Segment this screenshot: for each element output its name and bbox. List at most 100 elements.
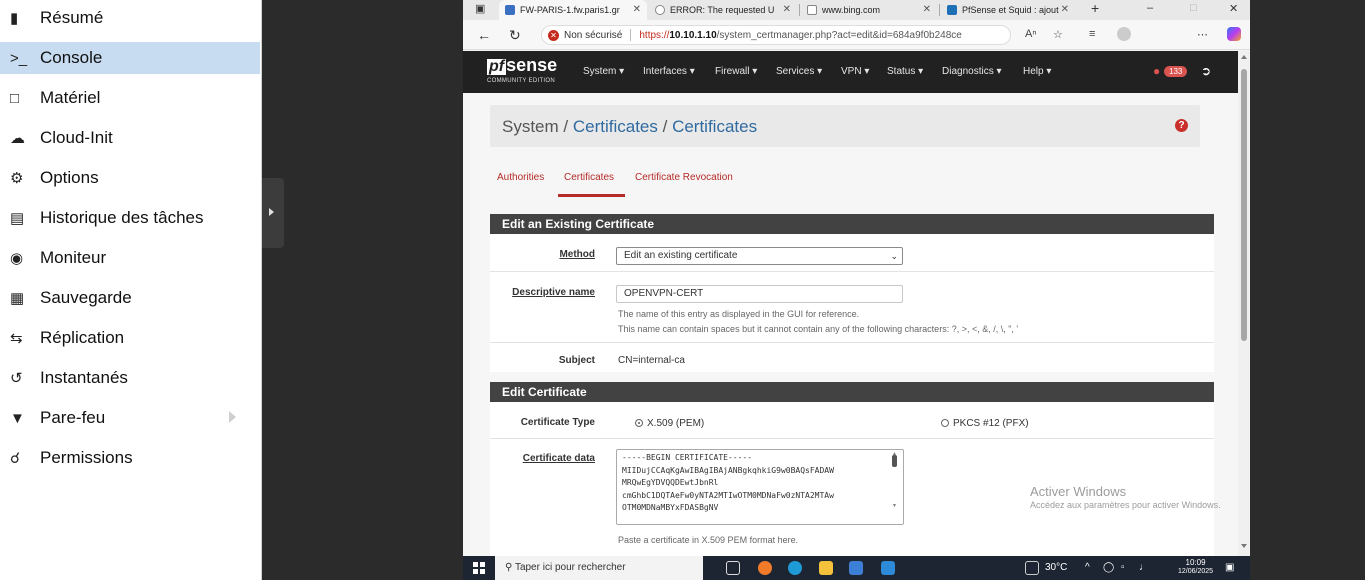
eye-icon: ◉ bbox=[10, 250, 24, 267]
network-icon[interactable]: ◯ bbox=[1103, 562, 1114, 573]
edge-browser-icon[interactable] bbox=[788, 561, 802, 575]
task-view-icon[interactable] bbox=[726, 561, 740, 575]
menu-interfaces[interactable]: Interfaces ▾ bbox=[643, 66, 695, 77]
menu-diagnostics[interactable]: Diagnostics ▾ bbox=[942, 66, 1002, 77]
url-input[interactable]: ✕ Non sécurisé https:// 10.10.1.10 /syst… bbox=[541, 25, 1011, 45]
refresh-icon[interactable]: ↻ bbox=[509, 27, 521, 44]
taskbar-search-box[interactable]: ⚲ Taper ici pour rechercher bbox=[495, 556, 703, 580]
menu-item-sauvegarde[interactable]: ▦ Sauvegarde bbox=[0, 282, 260, 314]
menu-item-label: Pare-feu bbox=[40, 408, 106, 427]
tab-actions-icon[interactable]: ▣ bbox=[475, 2, 485, 15]
menu-firewall[interactable]: Firewall ▾ bbox=[715, 66, 757, 77]
scroll-up-icon[interactable] bbox=[1241, 55, 1247, 59]
app-icon-2[interactable] bbox=[881, 561, 895, 575]
logout-icon[interactable]: ➲ bbox=[1201, 64, 1211, 78]
read-aloud-icon[interactable]: Aⁿ bbox=[1025, 28, 1036, 40]
certificate-data-textarea[interactable]: -----BEGIN CERTIFICATE----- MIIDujCCAqKg… bbox=[616, 449, 904, 525]
notification-badge[interactable]: 133 bbox=[1164, 66, 1188, 77]
menu-item-pare-feu[interactable]: ▼ Pare-feu bbox=[0, 402, 260, 434]
menu-item-materiel[interactable]: □ Matériel bbox=[0, 82, 260, 114]
weather-icon[interactable] bbox=[1025, 561, 1039, 575]
menu-item-permissions[interactable]: ☌ Permissions bbox=[0, 442, 260, 474]
tray-chevron-icon[interactable]: ^ bbox=[1085, 562, 1090, 573]
textarea-scrollbar-thumb[interactable] bbox=[892, 455, 897, 467]
help-icon[interactable]: ? bbox=[1175, 119, 1188, 132]
logo-edition: COMMUNITY EDITION bbox=[487, 78, 555, 84]
screen: { "sidebar": { "items": [ {"label": "Rés… bbox=[0, 0, 1365, 580]
menu-help[interactable]: Help ▾ bbox=[1023, 66, 1051, 77]
menu-item-historique[interactable]: ▤ Historique des tâches bbox=[0, 202, 260, 234]
windows-start-icon[interactable] bbox=[473, 562, 485, 574]
copilot-icon[interactable] bbox=[1227, 27, 1241, 41]
taskbar-clock[interactable]: 10:09 12/06/2025 bbox=[1178, 558, 1213, 576]
store-icon[interactable] bbox=[849, 561, 863, 575]
menu-status[interactable]: Status ▾ bbox=[887, 66, 923, 77]
menu-item-cloud-init[interactable]: ☁ Cloud-Init bbox=[0, 122, 260, 154]
breadcrumb-certificates-current[interactable]: Certificates bbox=[672, 117, 757, 136]
bell-icon[interactable]: ● bbox=[1153, 64, 1160, 78]
menu-item-options[interactable]: ⚙ Options bbox=[0, 162, 260, 194]
tab-authorities[interactable]: Authorities bbox=[497, 172, 544, 183]
breadcrumb-certificates-link[interactable]: Certificates bbox=[573, 117, 658, 136]
close-icon[interactable]: ✕ bbox=[783, 4, 791, 15]
cert-line: OTM0MDNaMBYxFDASBgNV bbox=[622, 503, 719, 512]
tab-certificates[interactable]: Certificates bbox=[564, 172, 614, 183]
favorites-icon[interactable]: ≡ bbox=[1089, 28, 1095, 40]
textarea-scroll-down-icon[interactable]: ▼ bbox=[892, 503, 897, 509]
pfsense-logo[interactable]: pf sense COMMUNITY EDITION bbox=[487, 56, 557, 84]
close-icon[interactable]: ✕ bbox=[1061, 4, 1069, 15]
favorite-star-icon[interactable]: ☆ bbox=[1053, 28, 1063, 41]
close-icon[interactable]: ✕ bbox=[633, 4, 641, 15]
minimize-icon[interactable]: – bbox=[1147, 2, 1153, 14]
menu-item-label: Moniteur bbox=[40, 248, 107, 267]
breadcrumb-separator: / bbox=[657, 117, 673, 136]
browser-tab-bing[interactable]: www.bing.com ✕ bbox=[801, 0, 937, 20]
profile-avatar[interactable] bbox=[1117, 27, 1131, 41]
weather-temperature[interactable]: 30°C bbox=[1045, 562, 1067, 573]
terminal-icon: >_ bbox=[10, 49, 28, 67]
history-icon: ↺ bbox=[10, 370, 23, 387]
file-explorer-icon[interactable] bbox=[819, 561, 833, 575]
chevron-right-icon[interactable] bbox=[229, 411, 236, 423]
menu-vpn[interactable]: VPN ▾ bbox=[841, 66, 869, 77]
browser-tab-squid[interactable]: PfSense et Squid : ajout ✕ bbox=[941, 0, 1075, 20]
radio-selected-icon bbox=[635, 419, 643, 427]
panel-heading-edit-certificate: Edit Certificate bbox=[490, 382, 1214, 402]
menu-item-moniteur[interactable]: ◉ Moniteur bbox=[0, 242, 260, 274]
collapse-handle[interactable] bbox=[262, 178, 284, 248]
watermark-subtitle: Accédez aux paramètres pour activer Wind… bbox=[1030, 500, 1221, 510]
close-window-icon[interactable]: ✕ bbox=[1229, 2, 1238, 15]
app-icon[interactable] bbox=[758, 561, 772, 575]
scrollbar-thumb[interactable] bbox=[1241, 69, 1247, 341]
method-select[interactable]: Edit an existing certificate ⌄ bbox=[616, 247, 903, 265]
menu-item-instantanes[interactable]: ↺ Instantanés bbox=[0, 362, 260, 394]
volume-icon[interactable]: ♩ bbox=[1139, 562, 1149, 573]
close-icon[interactable]: ✕ bbox=[923, 4, 931, 15]
radio-pkcs12[interactable]: PKCS #12 (PFX) bbox=[941, 418, 1029, 429]
menu-item-label: Résumé bbox=[40, 8, 104, 27]
breadcrumb: System / Certificates / Certificates ? bbox=[490, 105, 1200, 147]
browser-tab-pfsense[interactable]: FW-PARIS-1.fw.paris1.gr ✕ bbox=[499, 0, 647, 20]
method-select-value: Edit an existing certificate bbox=[624, 250, 738, 261]
menu-item-resume[interactable]: ▮ Résumé bbox=[0, 2, 260, 34]
menu-item-label: Instantanés bbox=[40, 368, 128, 387]
more-options-icon[interactable]: ⋯ bbox=[1197, 28, 1208, 41]
back-icon[interactable]: ← bbox=[477, 27, 491, 43]
speaker-icon[interactable]: ▫ bbox=[1121, 562, 1125, 573]
new-tab-button[interactable]: + bbox=[1091, 0, 1099, 16]
menu-services[interactable]: Services ▾ bbox=[776, 66, 822, 77]
chevron-right-icon bbox=[269, 208, 274, 216]
menu-item-replication[interactable]: ⇆ Réplication bbox=[0, 322, 260, 354]
radio-x509[interactable]: X.509 (PEM) bbox=[635, 418, 704, 429]
maximize-icon[interactable]: □ bbox=[1190, 2, 1197, 14]
notification-center-icon[interactable]: ▣ bbox=[1225, 562, 1234, 573]
page-scrollbar[interactable] bbox=[1238, 51, 1250, 556]
browser-tab-error[interactable]: ERROR: The requested U ✕ bbox=[649, 0, 797, 20]
tab-certificate-revocation[interactable]: Certificate Revocation bbox=[635, 172, 733, 183]
scroll-down-icon[interactable] bbox=[1241, 544, 1247, 548]
descriptive-name-input[interactable]: OPENVPN-CERT bbox=[616, 285, 903, 303]
floppy-icon: ▦ bbox=[10, 290, 25, 307]
menu-system[interactable]: System ▾ bbox=[583, 66, 624, 77]
menu-item-console[interactable]: >_ Console bbox=[0, 42, 260, 74]
clock-date: 12/06/2025 bbox=[1178, 568, 1214, 575]
